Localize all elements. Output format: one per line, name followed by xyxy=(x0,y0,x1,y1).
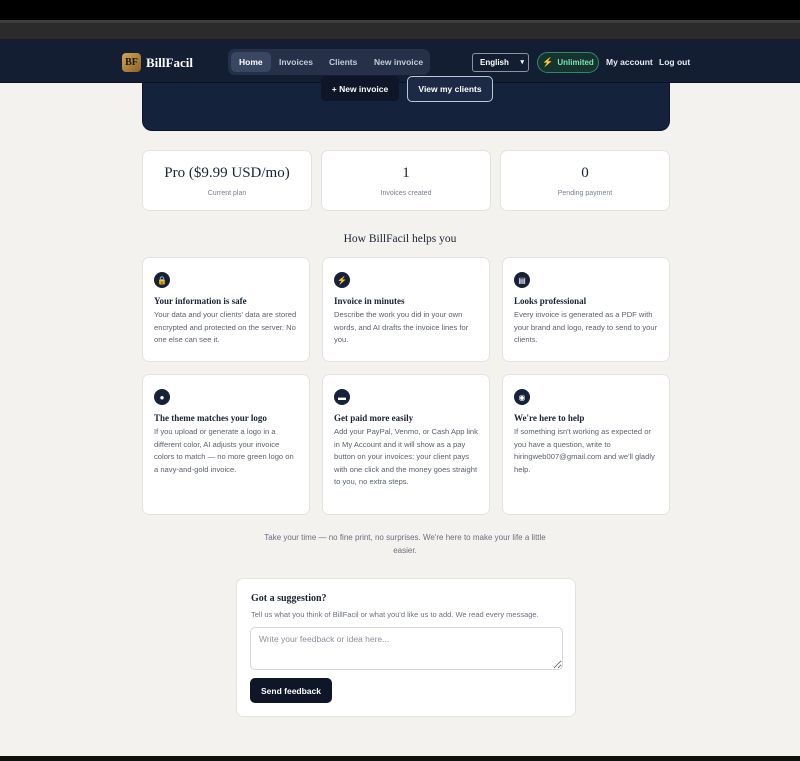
features-heading: How BillFacil helps you xyxy=(343,233,457,245)
lightning-icon: ⚡ xyxy=(334,272,350,288)
stat-card-invoices: 1 Invoices created xyxy=(321,150,491,211)
log-out-link[interactable]: Log out xyxy=(659,57,690,67)
stat-card-pending: 0 Pending payment xyxy=(500,150,670,211)
nav-invoices[interactable]: Invoices xyxy=(271,52,321,72)
stat-value: Pro ($9.99 USD/mo) xyxy=(164,165,290,181)
tagline: Take your time — no fine print, no surpr… xyxy=(264,533,546,555)
feature-card: ▤ Looks professional Every invoice is ge… xyxy=(502,257,670,362)
plan-badge-label: Unlimited xyxy=(557,58,594,67)
new-invoice-button[interactable]: + New invoice xyxy=(321,76,399,101)
nav-home[interactable]: Home xyxy=(231,52,271,72)
feature-title: The theme matches your logo xyxy=(154,413,267,423)
language-select-value: English xyxy=(480,58,509,67)
feedback-subtitle: Tell us what you think of BillFacil or w… xyxy=(251,610,539,619)
document-icon: ▤ xyxy=(514,272,530,288)
feature-card: ⚡ Invoice in minutes Describe the work y… xyxy=(322,257,490,362)
brand-name[interactable]: BillFacil xyxy=(146,55,193,71)
feature-card: 🔒 Your information is safe Your data and… xyxy=(142,257,310,362)
brand-logo[interactable]: BF xyxy=(122,53,141,72)
hero-banner: + New invoice View my clients xyxy=(142,76,670,131)
feature-title: Looks professional xyxy=(514,296,587,306)
view-clients-button[interactable]: View my clients xyxy=(407,76,493,102)
feature-card: ▬ Get paid more easily Add your PayPal, … xyxy=(322,374,490,515)
nav-new-invoice[interactable]: New invoice xyxy=(366,52,431,72)
feature-title: Invoice in minutes xyxy=(334,296,405,306)
plan-badge[interactable]: ⚡ Unlimited xyxy=(537,52,599,73)
feedback-input[interactable] xyxy=(250,627,563,670)
feature-text: Your data and your clients' data are sto… xyxy=(154,310,297,344)
feature-text: Describe the work you did in your own wo… xyxy=(334,310,469,344)
feature-text: If something isn't working as expected o… xyxy=(514,427,655,474)
bottom-edge xyxy=(0,756,800,761)
feature-card: ● The theme matches your logo If you upl… xyxy=(142,374,310,515)
credit-card-icon: ▬ xyxy=(334,389,350,405)
browser-strip xyxy=(0,20,800,40)
feature-title: Get paid more easily xyxy=(334,413,414,423)
feature-text: Every invoice is generated as a PDF with… xyxy=(514,310,658,344)
stat-label: Pending payment xyxy=(557,190,613,197)
stat-card-plan: Pro ($9.99 USD/mo) Current plan xyxy=(142,150,312,211)
feature-text: Add your PayPal, Venmo, or Cash App link… xyxy=(334,427,478,486)
feature-text: If you upload or generate a logo in a di… xyxy=(154,427,294,474)
feedback-title: Got a suggestion? xyxy=(251,593,327,604)
feedback-card: Got a suggestion? Tell us what you think… xyxy=(236,578,576,717)
send-feedback-button[interactable]: Send feedback xyxy=(250,678,332,703)
language-select[interactable]: English ▾ xyxy=(472,53,529,72)
speech-bubble-icon: ◉ xyxy=(514,389,530,405)
nav-clients[interactable]: Clients xyxy=(321,52,365,72)
my-account-link[interactable]: My account xyxy=(606,57,653,67)
chevron-down-icon: ▾ xyxy=(520,59,524,66)
feature-title: We're here to help xyxy=(514,413,585,423)
stat-value: 1 xyxy=(402,165,410,181)
window-top-bar xyxy=(0,0,800,20)
top-navbar: BF BillFacil Home Invoices Clients New i… xyxy=(0,40,800,83)
feature-card: ◉ We're here to help If something isn't … xyxy=(502,374,670,515)
lightning-icon: ⚡ xyxy=(542,57,554,67)
stat-value: 0 xyxy=(581,165,589,181)
stat-label: Current plan xyxy=(207,190,247,197)
palette-icon: ● xyxy=(154,389,170,405)
stat-label: Invoices created xyxy=(380,190,432,197)
lock-icon: 🔒 xyxy=(154,272,170,288)
feature-title: Your information is safe xyxy=(154,296,247,306)
